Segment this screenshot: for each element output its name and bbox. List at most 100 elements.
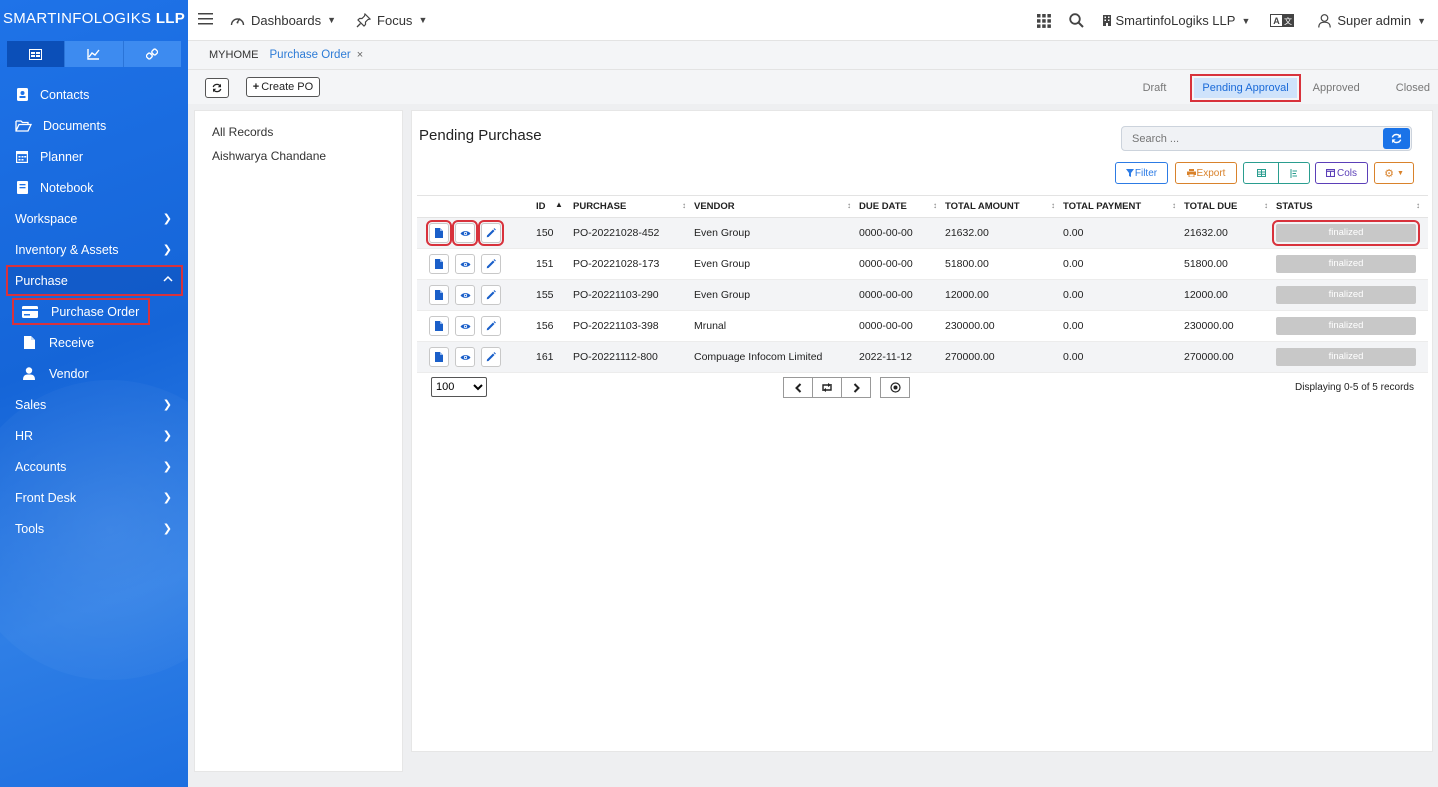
table-row[interactable]: 151 PO-20221028-173 Even Group 0000-00-00 51… [417,248,1428,280]
breadcrumb-tab-purchase-order[interactable]: Purchase Order [270,49,351,61]
refresh-button[interactable] [205,78,229,98]
sidebar-item-purchase-order[interactable]: Purchase Order [12,298,150,325]
view-document-button[interactable] [429,285,449,305]
grid-view-button[interactable] [1243,162,1279,184]
sidebar-item-sales[interactable]: Sales ❯ [0,389,188,420]
columns-button[interactable]: Cols [1315,162,1368,184]
hamburger-menu-icon[interactable] [198,12,214,28]
sidebar-item-documents[interactable]: Documents [0,110,188,141]
column-id[interactable]: ID ▲ [536,195,573,218]
close-tab-icon[interactable]: × [357,49,363,61]
reload-page-button[interactable] [812,377,842,398]
top-bar-right: SmartinfoLogiks LLP ▼ A文 Super admin ▼ [1037,0,1438,41]
cell-id: 151 [536,248,573,280]
plus-icon: + [252,81,260,93]
row-actions [417,310,536,342]
table-row[interactable]: 161 PO-20221112-800 Compuage Infocom Limit… [417,341,1428,373]
focus-menu[interactable]: Focus ▼ [356,12,427,28]
list-view-button[interactable] [1278,162,1310,184]
search-input[interactable] [1122,127,1380,150]
sidebar-item-inventory-assets[interactable]: Inventory & Assets ❯ [0,234,188,265]
preview-button[interactable] [452,220,478,246]
sidebar-item-planner[interactable]: Planner [0,141,188,172]
page-goto-button[interactable] [880,377,910,398]
column-due-date[interactable]: DUE DATE ↕ [859,195,945,218]
sidebar-item-label: Front Desk [15,490,77,505]
edit-button[interactable] [481,254,501,274]
sidebar-item-front-desk[interactable]: Front Desk ❯ [0,482,188,513]
view-document-button[interactable] [426,220,452,246]
edit-button[interactable] [478,220,504,246]
sidebar-tab-links[interactable] [123,41,181,67]
tab-draft[interactable]: Draft [1135,82,1175,94]
sidebar-item-notebook[interactable]: Notebook [0,172,188,203]
records-item-all[interactable]: All Records [195,120,402,144]
prev-page-button[interactable] [783,377,813,398]
column-purchase[interactable]: PURCHASE ↕ [573,195,694,218]
tab-closed[interactable]: Closed [1388,82,1438,94]
table-row[interactable]: 150 PO-20221028-452 Even Group 0000-00-00 21… [417,217,1428,249]
sidebar-item-workspace[interactable]: Workspace ❯ [0,203,188,234]
breadcrumb-home[interactable]: MYHOME [209,49,259,61]
cell-total-payment: 0.00 [1063,248,1184,280]
cell-total-due: 21632.00 [1184,217,1276,249]
company-selector[interactable]: SmartinfoLogiks LLP ▼ [1103,13,1250,28]
sidebar-item-label: Purchase Order [51,304,140,319]
filter-button[interactable]: Filter [1115,162,1168,184]
sidebar-item-accounts[interactable]: Accounts ❯ [0,451,188,482]
sidebar-item-tools[interactable]: Tools ❯ [0,513,188,544]
cell-purchase: PO-20221103-398 [573,310,694,342]
user-menu[interactable]: Super admin ▼ [1318,13,1426,28]
preview-button[interactable] [455,316,475,336]
sidebar-item-receive[interactable]: Receive [0,327,188,358]
settings-button[interactable]: ⚙ ▼ [1374,162,1414,184]
create-po-button[interactable]: + Create PO [246,77,320,97]
cell-status: finalized [1276,279,1428,311]
chevron-right-icon: ❯ [162,213,172,225]
export-button[interactable]: Export [1175,162,1237,184]
cell-total-payment: 0.00 [1063,341,1184,373]
column-total-due[interactable]: TOTAL DUE ↕ [1184,195,1276,218]
view-document-button[interactable] [429,254,449,274]
sidebar-tab-charts[interactable] [65,41,124,67]
preview-button[interactable] [455,254,475,274]
dashboards-menu[interactable]: Dashboards ▼ [230,13,336,28]
search-refresh-button[interactable] [1383,128,1410,149]
view-document-button[interactable] [429,316,449,336]
sidebar-item-contacts[interactable]: Contacts [0,79,188,110]
cell-id: 161 [536,341,573,373]
column-status[interactable]: STATUS ↕ [1276,195,1428,218]
edit-button[interactable] [481,285,501,305]
status-badge: finalized [1276,317,1416,335]
next-page-button[interactable] [841,377,871,398]
records-item-user[interactable]: Aishwarya Chandane [195,144,402,168]
edit-button[interactable] [481,316,501,336]
contact-book-icon [15,88,29,102]
apps-grid-icon[interactable] [1037,13,1052,28]
caret-down-icon: ▼ [1417,15,1426,26]
cell-status: finalized [1276,341,1428,373]
sidebar-item-label: Vendor [49,366,89,381]
sidebar-item-label: HR [15,428,34,443]
sidebar-tab-dashboard[interactable] [7,41,66,67]
cell-total-amount: 51800.00 [945,248,1063,280]
table-row[interactable]: 155 PO-20221103-290 Even Group 0000-00-00 12… [417,279,1428,311]
column-total-payment[interactable]: TOTAL PAYMENT ↕ [1063,195,1184,218]
tab-pending-approval[interactable]: Pending Approval [1190,73,1301,102]
view-document-button[interactable] [429,347,449,367]
search-icon[interactable] [1069,13,1085,28]
edit-button[interactable] [481,347,501,367]
preview-button[interactable] [455,347,475,367]
brand-logo[interactable]: SMARTINFOLOGIKS LLP [0,0,188,36]
sidebar-item-hr[interactable]: HR ❯ [0,420,188,451]
chevron-right-icon: ❯ [162,461,172,473]
page-size-select[interactable]: 100 [431,377,487,397]
translate-icon[interactable]: A文 [1270,14,1295,27]
sidebar-item-purchase[interactable]: Purchase [6,265,183,296]
preview-button[interactable] [455,285,475,305]
table-row[interactable]: 156 PO-20221103-398 Mrunal 0000-00-00 230000… [417,310,1428,342]
column-total-amount[interactable]: TOTAL AMOUNT ↕ [945,195,1063,218]
column-vendor[interactable]: VENDOR ↕ [694,195,859,218]
tab-approved[interactable]: Approved [1305,82,1368,94]
sidebar-item-vendor[interactable]: Vendor [0,358,188,389]
